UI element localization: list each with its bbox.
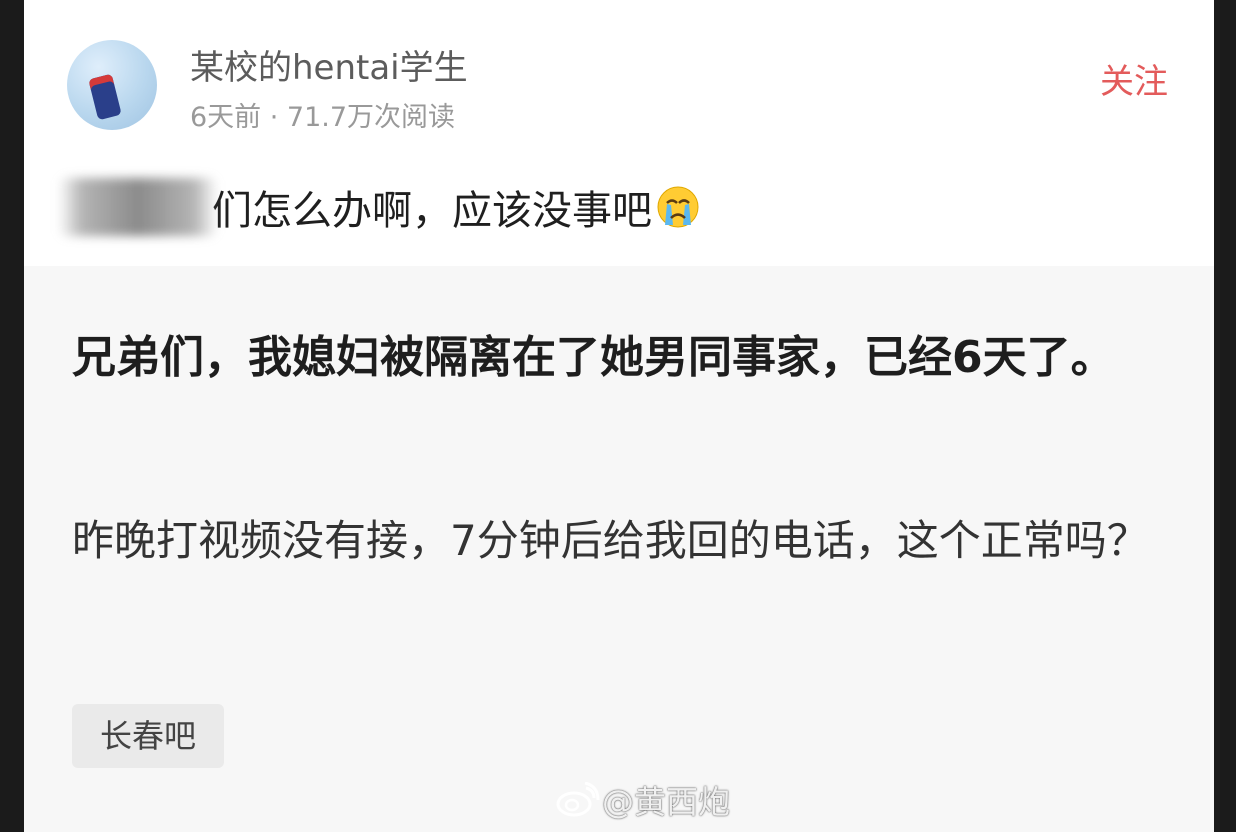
follow-button[interactable]: 关注 — [1100, 54, 1168, 103]
post-title: 们怎么办啊，应该没事吧 — [58, 176, 700, 238]
avatar-image — [88, 73, 122, 121]
forum-tag[interactable]: 长春吧 — [72, 704, 225, 768]
post-headline: 兄弟们，我媳妇被隔离在了她男同事家，已经6天了。 — [72, 332, 1115, 383]
post-header: 某校的hentai学生 6天前 · 71.7万次阅读 关注 们怎么办啊，应该没事… — [24, 0, 1214, 266]
post-card: 某校的hentai学生 6天前 · 71.7万次阅读 关注 们怎么办啊，应该没事… — [24, 0, 1214, 832]
post-meta: 6天前 · 71.7万次阅读 — [190, 102, 456, 133]
watermark-text: @黄西炮 — [602, 783, 731, 821]
post-title-text: 们怎么办啊，应该没事吧 — [212, 188, 652, 234]
crying-face-icon — [657, 186, 699, 228]
weibo-icon — [556, 782, 600, 817]
redacted-blur — [58, 178, 218, 236]
author-name[interactable]: 某校的hentai学生 — [190, 40, 468, 89]
watermark: @黄西炮 — [556, 776, 730, 824]
avatar[interactable] — [67, 40, 157, 130]
post-body: 昨晚打视频没有接，7分钟后给我回的电话，这个正常吗？ — [72, 516, 1149, 565]
